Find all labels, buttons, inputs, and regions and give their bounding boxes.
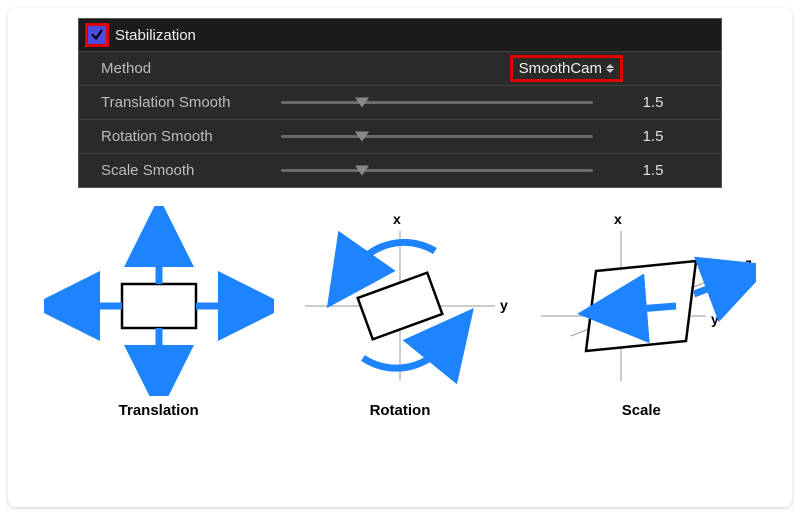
rotation-smooth-row: Rotation Smooth 1.5 xyxy=(79,119,721,153)
slider-thumb[interactable] xyxy=(355,131,369,141)
scale-smooth-label: Scale Smooth xyxy=(101,162,281,179)
updown-icon xyxy=(606,64,614,73)
method-label: Method xyxy=(101,60,281,77)
translation-smooth-row: Translation Smooth 1.5 xyxy=(79,85,721,119)
panel-header: Stabilization xyxy=(79,19,721,51)
arrow-out-icon xyxy=(694,282,726,294)
rotation-smooth-value[interactable]: 1.5 xyxy=(593,128,713,145)
scale-diagram: x y z Scale xyxy=(526,206,756,419)
translation-diagram: x y Translation xyxy=(44,206,274,419)
arrow-ccw-top-icon xyxy=(355,242,435,268)
stabilization-panel: Stabilization Method SmoothCam Translati… xyxy=(78,18,722,188)
rotation-diagram: x y Rotation xyxy=(285,206,515,419)
checkbox-highlight xyxy=(85,23,109,47)
axis-y-label: y xyxy=(259,297,267,313)
rotation-svg: x y xyxy=(285,206,515,396)
method-highlight: SmoothCam xyxy=(510,55,623,82)
slider-thumb[interactable] xyxy=(355,165,369,175)
method-value: SmoothCam xyxy=(519,60,602,77)
translation-caption: Translation xyxy=(119,402,199,419)
arrow-ccw-bottom-icon xyxy=(363,346,443,368)
scale-svg: x y z xyxy=(526,206,756,396)
axis-x-label: x xyxy=(152,211,160,227)
rotation-smooth-slider[interactable] xyxy=(281,128,593,146)
rotation-caption: Rotation xyxy=(370,402,431,419)
diagrams: x y Translation xyxy=(8,206,792,419)
scale-smooth-slider[interactable] xyxy=(281,162,593,180)
axis-y-label: y xyxy=(711,311,719,327)
scale-smooth-value[interactable]: 1.5 xyxy=(593,162,713,179)
rotation-smooth-label: Rotation Smooth xyxy=(101,128,281,145)
method-dropdown[interactable]: SmoothCam xyxy=(513,58,620,79)
translation-rect xyxy=(122,284,196,328)
rotation-rect xyxy=(358,273,443,340)
axis-x-label: x xyxy=(393,211,401,227)
method-row: Method SmoothCam xyxy=(79,51,721,85)
translation-smooth-value[interactable]: 1.5 xyxy=(593,94,713,111)
translation-svg: x y xyxy=(44,206,274,396)
axis-y-label: y xyxy=(500,297,508,313)
axis-x-label: x xyxy=(614,211,622,227)
arrow-in-icon xyxy=(626,306,676,310)
check-icon xyxy=(90,28,104,42)
axis-z-label: z xyxy=(745,255,752,271)
translation-smooth-label: Translation Smooth xyxy=(101,94,281,111)
card: Stabilization Method SmoothCam Translati… xyxy=(8,8,792,507)
scale-smooth-row: Scale Smooth 1.5 xyxy=(79,153,721,187)
slider-thumb[interactable] xyxy=(355,97,369,107)
panel-title: Stabilization xyxy=(115,27,196,44)
translation-smooth-slider[interactable] xyxy=(281,94,593,112)
stabilization-checkbox[interactable] xyxy=(88,26,106,44)
scale-caption: Scale xyxy=(622,402,661,419)
